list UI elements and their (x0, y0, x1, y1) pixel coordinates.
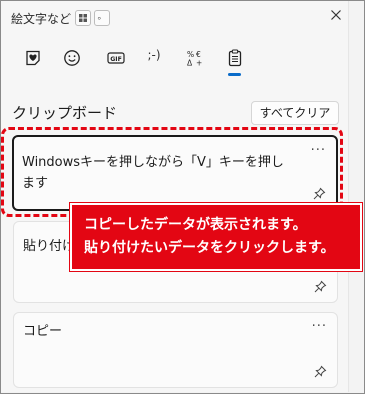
gif-icon: GIF (107, 52, 125, 64)
heart-sticker-icon (26, 50, 40, 66)
grid-icon (75, 10, 91, 26)
annotation-line-2: 貼り付けたいデータをクリックします。 (84, 240, 335, 256)
smiley-icon (64, 50, 80, 66)
svg-text:+: + (196, 59, 202, 68)
symbols-icon: % € Δ + (187, 50, 202, 68)
svg-text:Δ: Δ (187, 59, 193, 68)
more-options-icon[interactable]: ··· (312, 319, 327, 334)
tab-gif[interactable]: GIF (101, 43, 131, 71)
kaomoji-label: ;-) (147, 48, 161, 62)
clipboard-icon (228, 49, 242, 67)
tab-favorites[interactable] (18, 43, 48, 71)
clipboard-item-text: コピー (23, 324, 63, 339)
tab-emoji[interactable] (57, 43, 87, 71)
scrollbar-track[interactable] (348, 1, 364, 392)
window-title: 絵文字など (11, 12, 72, 26)
active-tab-indicator (228, 73, 241, 76)
pin-icon[interactable] (313, 280, 327, 294)
title-bar: 絵文字など 。 (1, 1, 348, 35)
category-tabs: GIF ;-) % € Δ + (1, 43, 348, 79)
annotation-line-1: コピーしたデータが表示されます。 (84, 217, 307, 233)
clear-all-button[interactable]: すべてクリア (251, 101, 339, 125)
clipboard-item[interactable]: コピー ··· (13, 312, 338, 388)
tab-kaomoji[interactable]: ;-) (139, 43, 169, 71)
annotation-callout: コピーしたデータが表示されます。 貼り付けたいデータをクリックします。 (69, 202, 363, 272)
gif-label: GIF (110, 56, 122, 63)
tab-clipboard[interactable] (220, 43, 250, 71)
tab-symbols[interactable]: % € Δ + (180, 43, 210, 71)
pin-icon[interactable] (313, 365, 327, 379)
close-button[interactable] (327, 6, 345, 24)
clipboard-title: クリップボード (12, 104, 118, 122)
close-icon (331, 10, 341, 20)
punctuation-chip: 。 (94, 10, 110, 26)
